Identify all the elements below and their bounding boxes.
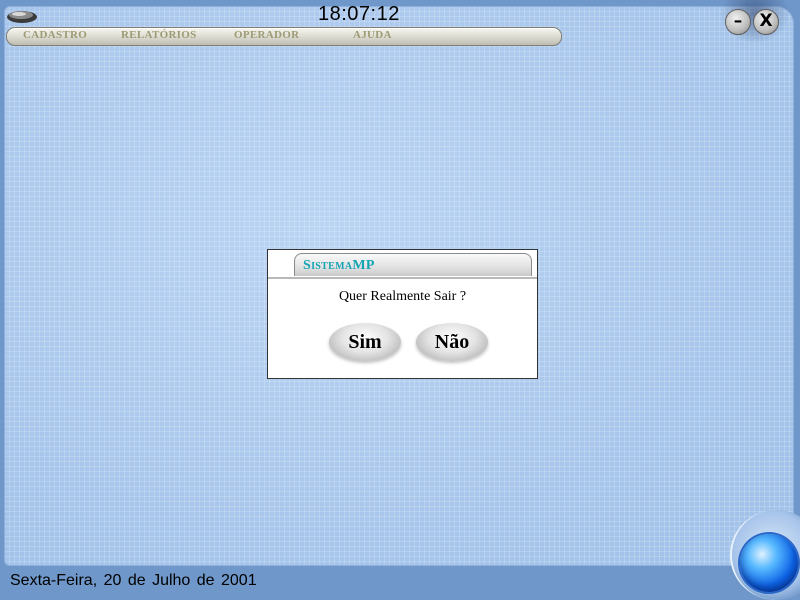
status-date: Sexta-Feira, 20 de Julho de 2001 bbox=[10, 572, 257, 589]
yes-button[interactable]: Sim bbox=[329, 323, 401, 361]
dialog-message: Quer Realmente Sair ? bbox=[338, 289, 467, 304]
menu-bar: CADASTRO RELATÓRIOS OPERADOR AJUDA bbox=[6, 27, 562, 46]
menu-item-relatorios[interactable]: RELATÓRIOS bbox=[121, 29, 197, 41]
dialog-divider bbox=[268, 277, 537, 279]
clock-display: 18:07:12 bbox=[318, 3, 400, 25]
dialog-title: SistemaMP bbox=[303, 258, 375, 273]
exit-confirm-dialog: SistemaMP Quer Realmente Sair ? Sim Não bbox=[267, 249, 538, 379]
menu-item-cadastro[interactable]: CADASTRO bbox=[23, 29, 87, 41]
minimize-button[interactable]: – bbox=[725, 9, 751, 35]
close-button[interactable]: X bbox=[753, 9, 779, 35]
menu-item-ajuda[interactable]: AJUDA bbox=[353, 29, 392, 41]
minimize-icon: – bbox=[733, 11, 743, 31]
desktop-screen: 18:07:12 CADASTRO RELATÓRIOS OPERADOR AJ… bbox=[0, 0, 800, 600]
menu-item-operador[interactable]: OPERADOR bbox=[234, 29, 299, 41]
dialog-title-tab: SistemaMP bbox=[294, 253, 532, 276]
no-button[interactable]: Não bbox=[416, 323, 488, 361]
orb-icon[interactable] bbox=[740, 534, 798, 592]
app-logo-icon[interactable] bbox=[5, 8, 39, 25]
close-icon: X bbox=[759, 11, 773, 31]
